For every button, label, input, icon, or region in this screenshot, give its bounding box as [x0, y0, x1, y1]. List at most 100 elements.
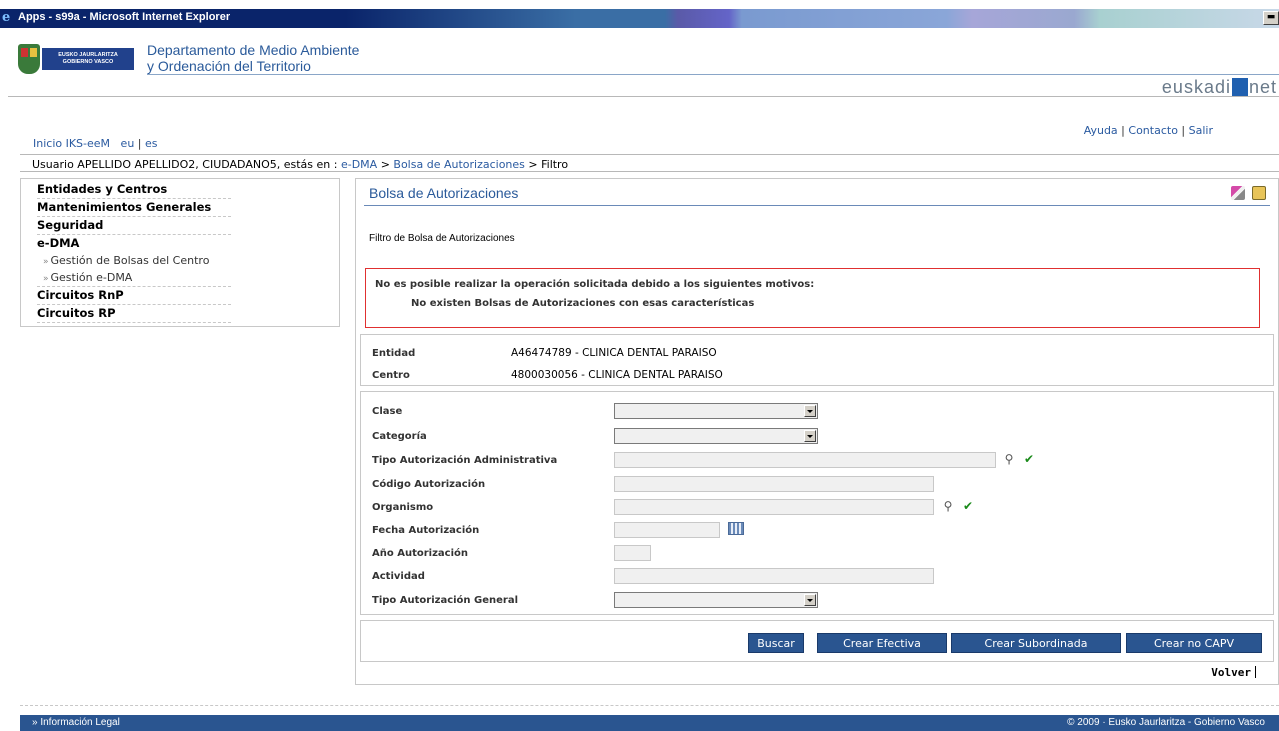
sidebar-subitem-bolsas[interactable]: » Gestión de Bolsas del Centro [37, 253, 231, 270]
footer-divider [20, 705, 1279, 706]
utility-links: Ayuda | Contacto | Salir [1084, 124, 1213, 137]
utility-sep: | [1121, 124, 1125, 137]
department-line2: y Ordenación del Territorio [147, 58, 311, 74]
organismo-label: Organismo [372, 502, 434, 513]
checkmark-pencil-icon[interactable]: ✔ [961, 499, 975, 513]
sidebar-item-seguridad[interactable]: Seguridad [37, 217, 231, 235]
breadcrumb-sep: > [380, 158, 390, 171]
organismo-input[interactable] [614, 499, 934, 515]
tipo-general-label: Tipo Autorización General [372, 595, 519, 606]
categoria-label: Categoría [372, 431, 427, 442]
brand-post: net [1248, 77, 1277, 97]
checkmark-pencil-icon[interactable]: ✔ [1022, 452, 1036, 466]
printer-icon[interactable] [1252, 186, 1266, 200]
action-bar: Buscar Crear Efectiva Crear Subordinada … [360, 620, 1274, 662]
error-box: No es posible realizar la operación soli… [365, 268, 1260, 328]
gobierno-vasco-logo[interactable]: EUSKO JAURLARITZA GOBIERNO VASCO [18, 42, 136, 76]
site-header: EUSKO JAURLARITZA GOBIERNO VASCO Departam… [0, 28, 1279, 98]
page-title: Bolsa de Autorizaciones [369, 185, 519, 201]
volver-link[interactable]: Volver [1211, 666, 1256, 679]
search-icon[interactable]: ⚲ [941, 499, 955, 513]
breadcrumb: Usuario APELLIDO APELLIDO2, CIUDADANO5, … [20, 154, 1279, 172]
copyright-text: © 2009 · Eusko Jaurlaritza - Gobierno Va… [1067, 717, 1265, 728]
sidebar-subitem-gestion[interactable]: » Gestión e-DMA [37, 270, 231, 287]
coat-of-arms-icon [18, 44, 40, 74]
title-underline [364, 205, 1270, 206]
internet-explorer-icon: e [2, 10, 11, 25]
euskadi-net-logo[interactable]: euskadi net [1162, 77, 1277, 98]
breadcrumb-sep: > [528, 158, 538, 171]
sidebar-item-entidades[interactable]: Entidades y Centros [37, 181, 231, 199]
page-subtitle: Filtro de Bolsa de Autorizaciones [369, 233, 515, 244]
anio-input[interactable] [614, 545, 651, 561]
clear-eraser-icon[interactable] [1230, 186, 1245, 200]
contacto-link[interactable]: Contacto [1128, 124, 1178, 137]
department-name: Departamento de Medio Ambiente y Ordenac… [147, 42, 359, 74]
top-nav: Inicio IKS-eeM eu | es [33, 137, 158, 150]
codigo-input[interactable] [614, 476, 934, 492]
centro-label: Centro [372, 370, 410, 381]
tipo-general-select[interactable] [614, 592, 818, 608]
minimize-button[interactable]: ▬ [1263, 11, 1279, 25]
header-bottom-line [8, 96, 1279, 98]
sidebar-item-rp[interactable]: Circuitos RP [37, 305, 231, 323]
logo-badge: EUSKO JAURLARITZA GOBIERNO VASCO [42, 48, 134, 70]
chevron-right-icon: » [43, 274, 49, 284]
user-info: Usuario APELLIDO APELLIDO2, CIUDADANO5, … [32, 158, 338, 171]
department-line1: Departamento de Medio Ambiente [147, 42, 360, 58]
lang-separator: | [137, 137, 142, 150]
salir-link[interactable]: Salir [1189, 124, 1213, 137]
clase-label: Clase [372, 406, 403, 417]
sidebar-item-edma[interactable]: e-DMA [37, 235, 231, 253]
error-title: No es posible realizar la operación soli… [375, 279, 815, 290]
entidad-row: Entidad A46474789 - CLINICA DENTAL PARAIS… [372, 347, 717, 359]
entity-info-box: Entidad A46474789 - CLINICA DENTAL PARAIS… [360, 334, 1274, 386]
breadcrumb-bolsa[interactable]: Bolsa de Autorizaciones [393, 158, 524, 171]
window-titlebar: e Apps - s99a - Microsoft Internet Explo… [0, 0, 1279, 28]
search-icon[interactable]: ⚲ [1002, 452, 1016, 466]
categoria-select[interactable] [614, 428, 818, 444]
header-divider [147, 74, 1279, 75]
chevron-down-icon [804, 405, 816, 417]
centro-row: Centro 4800030056 - CLINICA DENTAL PARAIS… [372, 369, 723, 381]
legal-link[interactable]: » Información Legal [32, 715, 120, 731]
fecha-input[interactable] [614, 522, 720, 538]
actividad-label: Actividad [372, 571, 425, 582]
home-link[interactable]: Inicio IKS-eeM [33, 137, 110, 150]
brand-pre: euskadi [1161, 77, 1231, 97]
actividad-input[interactable] [614, 568, 934, 584]
crear-no-capv-button[interactable]: Crear no CAPV [1126, 633, 1262, 653]
tipo-admin-input[interactable] [614, 452, 996, 468]
window-title: Apps - s99a - Microsoft Internet Explore… [18, 11, 231, 23]
utility-sep: | [1181, 124, 1186, 137]
ayuda-link[interactable]: Ayuda [1084, 124, 1118, 137]
chevron-down-icon [804, 594, 816, 606]
filter-form: Clase Categoría Tipo Autorización Admini… [360, 391, 1274, 615]
entidad-value: A46474789 - CLINICA DENTAL PARAISO [511, 347, 717, 359]
sidebar-subitem-label: Gestión e-DMA [50, 271, 133, 284]
chevron-right-icon: » [43, 257, 49, 267]
site-footer: » Información Legal © 2009 · Eusko Jaurl… [20, 715, 1279, 731]
breadcrumb-edma[interactable]: e-DMA [341, 158, 377, 171]
sidebar-item-mantenimientos[interactable]: Mantenimientos Generales [37, 199, 231, 217]
crear-efectiva-button[interactable]: Crear Efectiva [817, 633, 947, 653]
brand-block-icon [1231, 78, 1248, 96]
buscar-button[interactable]: Buscar [748, 633, 804, 653]
error-reason: No existen Bolsas de Autorizaciones con … [411, 298, 755, 309]
sidebar-menu: Entidades y Centros Mantenimientos Gener… [20, 178, 340, 327]
centro-value: 4800030056 - CLINICA DENTAL PARAISO [511, 369, 723, 381]
crear-subordinada-button[interactable]: Crear Subordinada [951, 633, 1121, 653]
calendar-icon[interactable] [728, 522, 744, 535]
tipo-admin-label: Tipo Autorización Administrativa [372, 455, 558, 466]
lang-eu-link[interactable]: eu [121, 137, 135, 150]
sidebar-item-rnp[interactable]: Circuitos RnP [37, 287, 231, 305]
lang-es-link[interactable]: es [145, 137, 158, 150]
fecha-label: Fecha Autorización [372, 525, 480, 536]
clase-select[interactable] [614, 403, 818, 419]
page-tools [1227, 186, 1266, 203]
codigo-label: Código Autorización [372, 479, 486, 490]
entidad-label: Entidad [372, 348, 416, 359]
sidebar-subitem-label: Gestión de Bolsas del Centro [50, 254, 210, 267]
main-panel: Bolsa de Autorizaciones Filtro de Bolsa … [355, 178, 1279, 685]
chevron-down-icon [804, 430, 816, 442]
